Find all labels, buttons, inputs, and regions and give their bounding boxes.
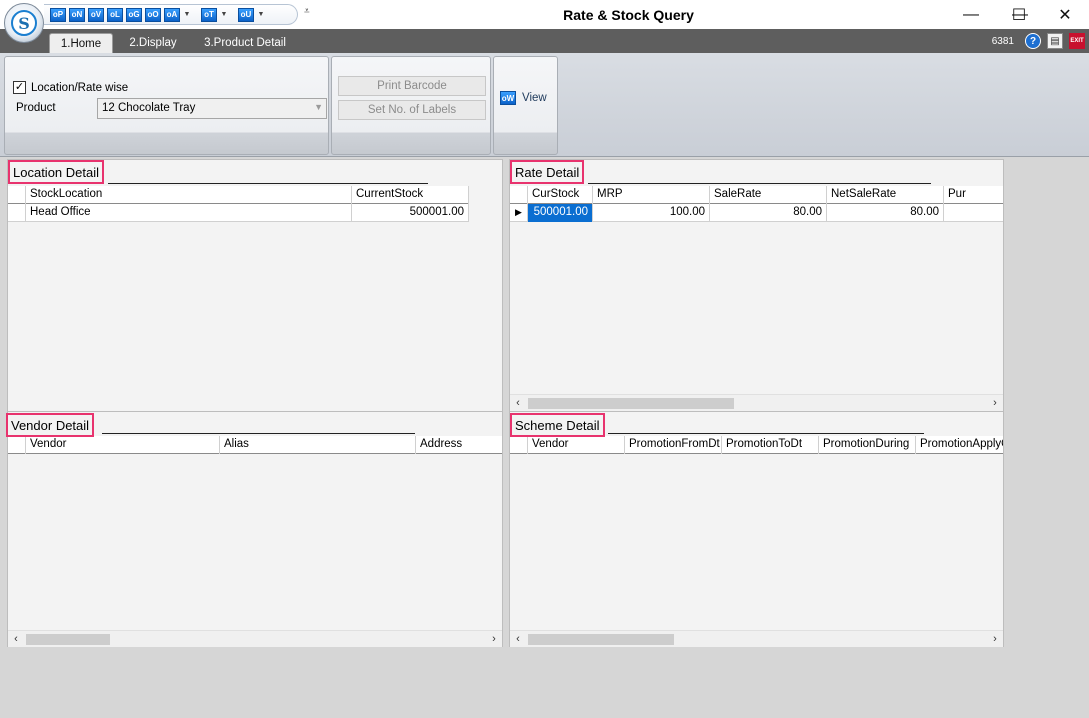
app-menu-orb[interactable]: S <box>4 3 44 43</box>
product-select[interactable]: 12 Chocolate Tray ▼ <box>97 98 327 119</box>
ribbon-group-filter: ✓ Location/Rate wise Product 12 Chocolat… <box>4 56 329 155</box>
col-cur-stock[interactable]: CurStock <box>528 186 593 204</box>
title-bar: oP oN oV oL oG oO oA ▼ oT ▼ oU ▼ ⩡ Rate … <box>0 0 1089 29</box>
table-row[interactable]: ▶ 500001.00 100.00 80.00 80.00 <box>510 204 1003 222</box>
rate-detail-title: Rate Detail <box>510 160 585 184</box>
view-icon: oW <box>500 91 516 105</box>
ribbon-tab-bar: 1.Home 2.Display 3.Product Detail 6381 ?… <box>0 29 1089 53</box>
scheme-horizontal-scrollbar[interactable]: ‹ › <box>510 630 1003 647</box>
vendor-detail-panel: Vendor Detail Vendor Alias Address ‹ › <box>6 411 503 647</box>
document-icon[interactable]: ▤ <box>1047 33 1063 49</box>
rate-horizontal-scrollbar[interactable]: ‹ › <box>510 394 1003 411</box>
col-stock-location[interactable]: StockLocation <box>26 186 352 204</box>
col-vendor[interactable]: Vendor <box>26 436 220 454</box>
product-select-value: 12 Chocolate Tray <box>102 102 196 114</box>
cell-net-sale-rate[interactable]: 80.00 <box>827 204 944 222</box>
location-rate-wise-checkbox[interactable]: ✓ <box>13 81 26 94</box>
exit-icon[interactable]: EXIT <box>1069 33 1085 49</box>
location-detail-title: Location Detail <box>8 160 104 184</box>
user-code: 6381 <box>991 36 1014 47</box>
scroll-right-icon[interactable]: › <box>987 632 1003 647</box>
col-address[interactable]: Address <box>416 436 502 454</box>
scroll-left-icon[interactable]: ‹ <box>8 632 24 647</box>
scheme-detail-panel: Scheme Detail Vendor PromotionFromDt Pro… <box>509 411 1004 647</box>
cell-cur-stock[interactable]: 500001.00 <box>528 204 593 222</box>
scheme-detail-title: Scheme Detail <box>510 413 605 437</box>
ribbon-group-view: oW View <box>493 56 558 155</box>
col-mrp[interactable]: MRP <box>593 186 710 204</box>
vendor-grid-header: Vendor Alias Address <box>8 436 502 454</box>
col-pur[interactable]: Pur <box>944 186 1003 204</box>
help-icon[interactable]: ? <box>1025 33 1041 49</box>
location-rate-wise-checkbox-row[interactable]: ✓ Location/Rate wise <box>13 81 128 94</box>
col-promotion-apply-on[interactable]: PromotionApplyOn <box>916 436 1003 454</box>
tab-home[interactable]: 1.Home <box>49 33 113 53</box>
cell-sale-rate[interactable]: 80.00 <box>710 204 827 222</box>
window-title: Rate & Stock Query <box>563 7 694 23</box>
app-logo-icon: S <box>11 10 37 36</box>
location-rate-wise-label: Location/Rate wise <box>31 81 129 94</box>
scroll-thumb[interactable] <box>528 634 674 645</box>
scroll-right-icon[interactable]: › <box>987 396 1003 411</box>
row-selector-icon: ▶ <box>510 204 528 222</box>
close-icon[interactable]: ✕ <box>1042 0 1088 29</box>
cell-stock-location[interactable]: Head Office <box>26 204 352 222</box>
vendor-horizontal-scrollbar[interactable]: ‹ › <box>8 630 502 647</box>
cell-mrp[interactable]: 100.00 <box>593 204 710 222</box>
col-promotion-during[interactable]: PromotionDuring <box>819 436 916 454</box>
ribbon-panel: ✓ Location/Rate wise Product 12 Chocolat… <box>0 53 1089 157</box>
product-label: Product <box>16 102 56 114</box>
scroll-left-icon[interactable]: ‹ <box>510 632 526 647</box>
scheme-detail-grid: Vendor PromotionFromDt PromotionToDt Pro… <box>510 436 1003 631</box>
col-alias[interactable]: Alias <box>220 436 416 454</box>
scheme-grid-header: Vendor PromotionFromDt PromotionToDt Pro… <box>510 436 1003 454</box>
col-current-stock[interactable]: CurrentStock <box>352 186 469 204</box>
view-label: View <box>522 92 547 104</box>
vendor-detail-title: Vendor Detail <box>6 413 95 437</box>
cell-pur[interactable] <box>944 204 1003 222</box>
window-title-wrap: Rate & Stock Query <box>0 7 1089 23</box>
rate-detail-panel: Rate Detail CurStock MRP SaleRate NetSal… <box>509 159 1004 411</box>
scroll-right-icon[interactable]: › <box>486 632 502 647</box>
col-sale-rate[interactable]: SaleRate <box>710 186 827 204</box>
cell-current-stock[interactable]: 500001.00 <box>352 204 469 222</box>
col-net-sale-rate[interactable]: NetSaleRate <box>827 186 944 204</box>
minimize-icon[interactable]: — <box>948 0 994 29</box>
rate-grid-header: CurStock MRP SaleRate NetSaleRate Pur <box>510 186 1003 204</box>
scroll-left-icon[interactable]: ‹ <box>510 396 526 411</box>
view-button[interactable]: oW View <box>500 91 547 105</box>
ribbon-group-barcode: Print Barcode Set No. of Labels <box>331 56 491 155</box>
print-barcode-button[interactable]: Print Barcode <box>338 76 486 96</box>
maximize-icon[interactable]: ☐ <box>996 0 1042 29</box>
scroll-thumb[interactable] <box>26 634 110 645</box>
location-grid-header: StockLocation CurrentStock <box>8 186 469 204</box>
vendor-detail-grid: Vendor Alias Address <box>8 436 502 631</box>
location-detail-panel: Location Detail StockLocation CurrentSto… <box>7 159 503 411</box>
col-promotion-to-dt[interactable]: PromotionToDt <box>722 436 819 454</box>
scroll-thumb[interactable] <box>528 398 734 409</box>
col-promotion-from-dt[interactable]: PromotionFromDt <box>625 436 722 454</box>
tab-display[interactable]: 2.Display <box>121 33 185 53</box>
rate-detail-grid: CurStock MRP SaleRate NetSaleRate Pur ▶ … <box>510 186 1003 394</box>
col-scheme-vendor[interactable]: Vendor <box>528 436 625 454</box>
location-detail-grid: StockLocation CurrentStock Head Office 5… <box>8 186 502 411</box>
table-row[interactable]: Head Office 500001.00 <box>8 204 469 222</box>
set-labels-button[interactable]: Set No. of Labels <box>338 100 486 120</box>
chevron-down-icon[interactable]: ▼ <box>314 102 323 112</box>
tab-product-detail[interactable]: 3.Product Detail <box>196 33 294 53</box>
